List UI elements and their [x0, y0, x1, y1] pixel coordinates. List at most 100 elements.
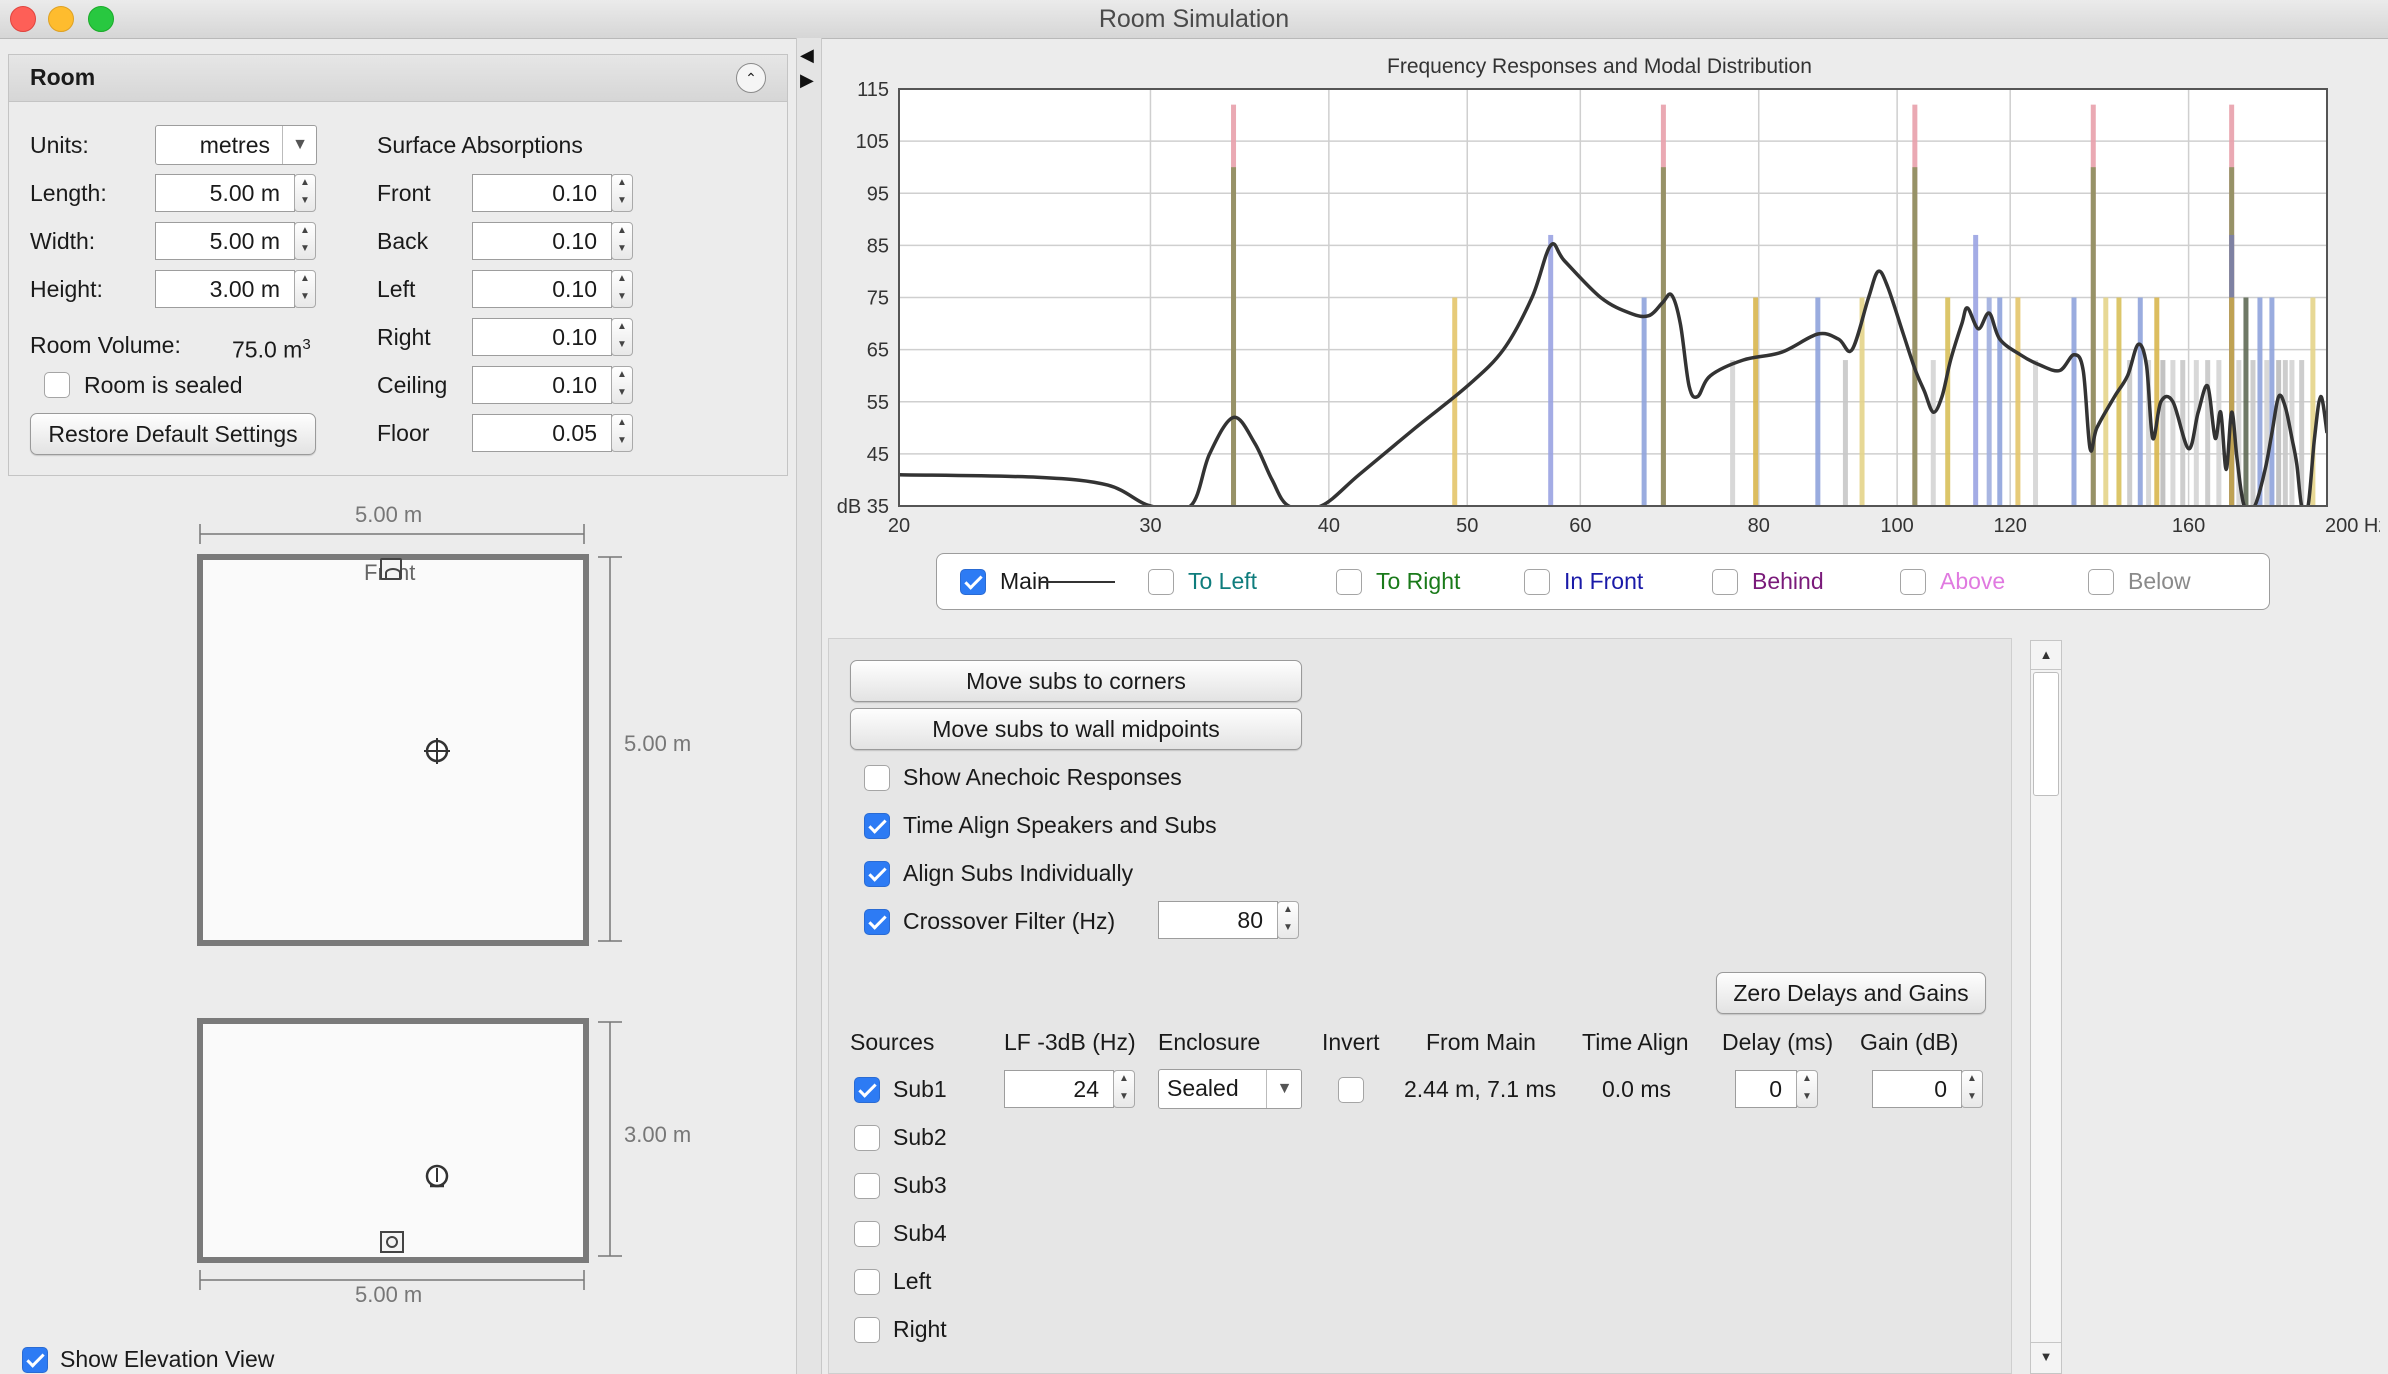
length-field[interactable]: 5.00 m	[155, 174, 295, 212]
absorption-floor-stepper[interactable]	[611, 414, 633, 452]
left-source-checkbox[interactable]	[854, 1269, 880, 1295]
modal-bar	[1930, 360, 1936, 506]
absorption-left-label: Left	[377, 276, 416, 302]
show-anechoic-checkbox[interactable]	[864, 765, 890, 791]
sub2-checkbox[interactable]	[854, 1125, 880, 1151]
x-tick-label: 40	[1318, 515, 1340, 537]
height-field[interactable]: 3.00 m	[155, 270, 295, 308]
room-sealed-checkbox[interactable]	[44, 372, 70, 398]
sub4-checkbox[interactable]	[854, 1221, 880, 1247]
modal-bar	[1997, 297, 2003, 506]
length-stepper[interactable]	[294, 174, 316, 212]
units-dropdown-arrow-icon[interactable]: ▼	[282, 126, 317, 164]
time-align-label: Time Align Speakers and Subs	[903, 812, 1217, 838]
frequency-response-chart[interactable]: 115 105 95 85 75 65 55 45 dB 3520 30 40 50 60 80 100 12…	[820, 80, 2380, 540]
legend-below-label: Below	[2128, 568, 2191, 594]
absorption-back-field[interactable]: 0.10	[472, 222, 612, 260]
legend-to-right-checkbox[interactable]	[1336, 569, 1362, 595]
room-plan-view[interactable]	[197, 554, 589, 946]
divider-arrow-left-icon[interactable]: ◀	[800, 45, 814, 65]
y-tick-label: 95	[867, 183, 889, 205]
chart-title: Frequency Responses and Modal Distributi…	[1387, 55, 1812, 78]
legend-behind-label: Behind	[1752, 568, 1824, 594]
listener-position-plan-icon[interactable]	[420, 734, 454, 768]
sub1-checkbox[interactable]	[854, 1077, 880, 1103]
legend-below-checkbox[interactable]	[2088, 569, 2114, 595]
plan-width-dimension: 5.00 m	[355, 502, 423, 527]
divider-arrow-right-icon[interactable]: ▶	[800, 70, 814, 90]
absorption-right-field[interactable]: 0.10	[472, 318, 612, 356]
y-tick-label: 55	[867, 392, 889, 414]
sub1-invert-checkbox[interactable]	[1338, 1077, 1364, 1103]
width-stepper[interactable]	[294, 222, 316, 260]
sub1-lf-stepper[interactable]	[1113, 1070, 1135, 1108]
modal-bar	[2090, 167, 2096, 506]
sub1-delay-stepper[interactable]	[1796, 1070, 1818, 1108]
modal-bar	[2264, 360, 2270, 506]
sub1-from-main: 2.44 m, 7.1 ms	[1404, 1076, 1557, 1102]
modal-bar	[2276, 360, 2282, 506]
subwoofer-elevation-icon[interactable]	[380, 1231, 404, 1253]
time-align-checkbox[interactable]	[864, 813, 890, 839]
x-tick-label: 120	[1994, 515, 2027, 537]
y-tick-label: 75	[867, 288, 889, 310]
modal-bar	[2205, 360, 2211, 506]
sub1-delay-field[interactable]: 0	[1735, 1070, 1797, 1108]
plan-depth-dimension: 5.00 m	[624, 731, 692, 756]
modal-bar	[2257, 297, 2263, 506]
move-subs-corners-button[interactable]: Move subs to corners	[850, 660, 1302, 702]
room-volume-value: 75.0 m3	[232, 336, 311, 363]
legend-main-checkbox[interactable]	[960, 569, 986, 595]
absorption-back-stepper[interactable]	[611, 222, 633, 260]
sub1-gain-stepper[interactable]	[1961, 1070, 1983, 1108]
right-source-checkbox[interactable]	[854, 1317, 880, 1343]
sub1-lf-field[interactable]: 24	[1004, 1070, 1114, 1108]
y-tick-label: 85	[867, 235, 889, 257]
scroll-up-arrow-icon[interactable]: ▲	[2031, 641, 2061, 670]
modal-bar	[1815, 297, 1821, 506]
show-elevation-checkbox[interactable]	[22, 1347, 48, 1373]
y-tick-label: 65	[867, 340, 889, 362]
absorption-ceiling-stepper[interactable]	[611, 366, 633, 404]
sub1-gain-field[interactable]: 0	[1872, 1070, 1962, 1108]
sources-header: Sources	[850, 1029, 935, 1055]
absorption-right-label: Right	[377, 324, 431, 350]
scrollbar-thumb[interactable]	[2033, 672, 2059, 796]
legend-to-left-checkbox[interactable]	[1148, 569, 1174, 595]
room-elevation-view[interactable]	[197, 1018, 589, 1263]
legend-above-checkbox[interactable]	[1900, 569, 1926, 595]
crossover-frequency-stepper[interactable]	[1277, 901, 1299, 939]
absorption-front-field[interactable]: 0.10	[472, 174, 612, 212]
align-subs-individually-checkbox[interactable]	[864, 861, 890, 887]
restore-defaults-button[interactable]: Restore Default Settings	[30, 413, 316, 455]
crossover-filter-checkbox[interactable]	[864, 909, 890, 935]
sub3-checkbox[interactable]	[854, 1173, 880, 1199]
height-stepper[interactable]	[294, 270, 316, 308]
absorption-front-stepper[interactable]	[611, 174, 633, 212]
absorption-left-field[interactable]: 0.10	[472, 270, 612, 308]
absorption-ceiling-field[interactable]: 0.10	[472, 366, 612, 404]
split-pane-divider[interactable]	[796, 38, 822, 1374]
room-volume-label: Room Volume:	[30, 332, 181, 358]
main-speaker-plan-icon[interactable]	[380, 558, 402, 580]
collapse-chevron-icon[interactable]: ⌃	[736, 63, 766, 93]
modal-bar	[2033, 360, 2039, 506]
x-tick-label: 60	[1569, 515, 1591, 537]
absorption-floor-field[interactable]: 0.05	[472, 414, 612, 452]
units-label: Units:	[30, 132, 89, 158]
absorption-right-stepper[interactable]	[611, 318, 633, 356]
move-subs-midpoints-button[interactable]: Move subs to wall midpoints	[850, 708, 1302, 750]
modal-bar	[2103, 297, 2109, 506]
legend-behind-checkbox[interactable]	[1712, 569, 1738, 595]
legend-in-front-checkbox[interactable]	[1524, 569, 1550, 595]
absorption-back-label: Back	[377, 228, 429, 254]
zero-delays-gains-button[interactable]: Zero Delays and Gains	[1716, 972, 1986, 1014]
window-title: Room Simulation	[1098, 5, 1290, 33]
crossover-frequency-field[interactable]: 80	[1158, 901, 1278, 939]
width-field[interactable]: 5.00 m	[155, 222, 295, 260]
listener-position-elevation-icon[interactable]	[420, 1160, 454, 1194]
enclosure-dropdown-arrow-icon[interactable]: ▼	[1266, 1070, 1302, 1108]
enclosure-header: Enclosure	[1158, 1029, 1261, 1055]
scroll-down-arrow-icon[interactable]: ▼	[2031, 1342, 2061, 1371]
absorption-left-stepper[interactable]	[611, 270, 633, 308]
